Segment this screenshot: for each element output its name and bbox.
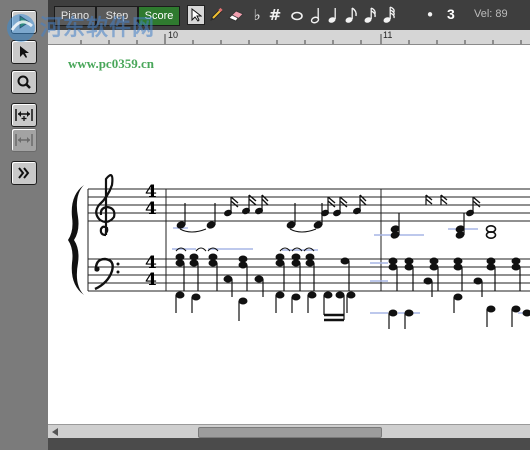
eighth-note-tool[interactable] — [342, 5, 360, 25]
watermark: 河东软件网 www.pc0359.cn — [4, 8, 214, 71]
sixteenth-note-tool[interactable] — [361, 5, 379, 25]
score-canvas[interactable]: 4 4 4 4 — [48, 45, 530, 424]
expand-width-button[interactable] — [11, 103, 37, 127]
selection-marks — [172, 227, 530, 314]
sharp-tool[interactable]: # — [266, 5, 284, 25]
tuplet-tool[interactable]: 3 — [447, 6, 455, 22]
watermark-url: www.pc0359.cn — [68, 56, 154, 71]
bass-time-sig-bottom: 4 — [145, 270, 157, 290]
velocity-readout: Vel: 89 — [474, 8, 508, 20]
horizontal-expand-icon — [15, 109, 33, 121]
treble-notes-m11 — [390, 194, 497, 240]
magnifier-icon — [17, 75, 31, 89]
flat-tool[interactable]: ♭ — [248, 5, 266, 25]
watermark-logo-icon — [7, 14, 35, 42]
whole-note-icon — [291, 11, 303, 21]
watermark-title: 河东软件网 — [40, 15, 156, 41]
zoom-button[interactable] — [11, 70, 37, 94]
scroll-left-icon[interactable] — [50, 427, 60, 437]
thirtysecond-note-icon — [383, 6, 395, 23]
eraser-tool[interactable] — [227, 5, 245, 25]
half-note-icon — [310, 8, 320, 24]
more-tools-button[interactable] — [11, 161, 37, 185]
grand-staff — [68, 174, 530, 329]
quarter-note-tool[interactable] — [324, 5, 342, 25]
eraser-icon — [228, 10, 244, 22]
scrollbar-thumb[interactable] — [198, 427, 382, 438]
horizontal-scrollbar[interactable] — [48, 424, 530, 439]
brace — [68, 185, 84, 295]
score-editor-window: Piano Step Score ♭ # • 3 Vel: 89 10 11 4… — [0, 0, 530, 450]
half-note-tool[interactable] — [307, 5, 325, 25]
horizontal-shrink-icon — [15, 134, 33, 146]
double-chevron-right-icon — [18, 167, 30, 179]
treble-time-sig-bottom: 4 — [145, 199, 157, 219]
ruler-label-11: 11 — [383, 30, 393, 40]
bass-clef — [94, 257, 120, 291]
dot-tool[interactable]: • — [421, 5, 439, 25]
bass-notes-m11 — [388, 257, 530, 329]
bottom-status-bar — [48, 438, 530, 450]
shrink-width-button[interactable] — [11, 128, 37, 152]
thirtysecond-note-tool[interactable] — [380, 5, 398, 25]
whole-note-tool[interactable] — [288, 5, 306, 25]
quarter-note-icon — [328, 8, 336, 23]
eighth-note-icon — [345, 7, 357, 23]
sixteenth-note-icon — [364, 7, 376, 23]
